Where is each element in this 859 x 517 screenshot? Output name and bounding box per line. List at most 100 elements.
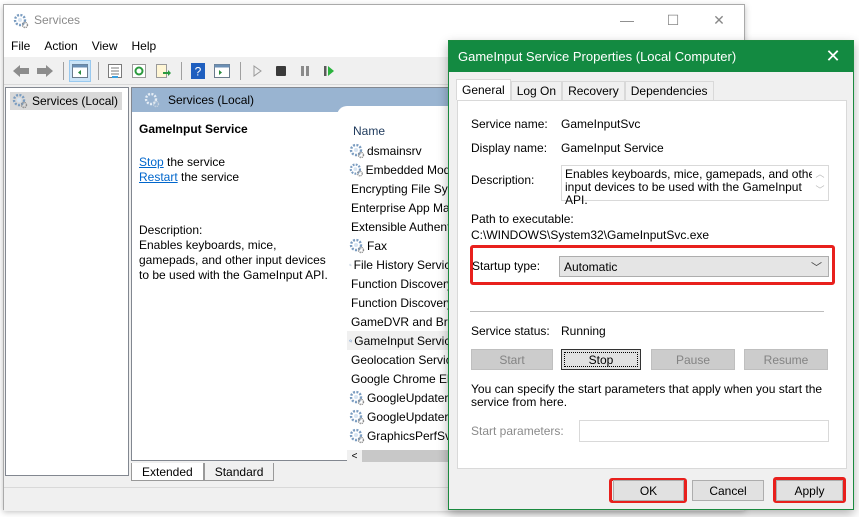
service-list-item[interactable]: dsmainsrv xyxy=(347,141,457,160)
tab-dependencies[interactable]: Dependencies xyxy=(624,81,714,100)
scroll-left-button[interactable]: < xyxy=(347,450,362,462)
services-gear-icon xyxy=(13,13,29,29)
service-list-item-label: Google Chrome Elevation xyxy=(351,371,457,386)
tab-standard[interactable]: Standard xyxy=(203,463,275,481)
section-divider xyxy=(470,311,824,312)
export-list-button[interactable] xyxy=(152,60,174,82)
service-list-item[interactable]: Fax xyxy=(347,236,457,255)
horizontal-scrollbar[interactable]: < xyxy=(347,450,452,462)
startup-type-value: Automatic xyxy=(564,259,618,274)
apply-button[interactable]: Apply xyxy=(776,480,843,501)
service-list-item-label: dsmainsrv xyxy=(367,143,422,158)
tab-extended[interactable]: Extended xyxy=(131,463,204,481)
start-params-label: Start parameters: xyxy=(471,424,564,438)
properties-button[interactable] xyxy=(104,60,126,82)
close-button[interactable]: ✕ xyxy=(696,5,742,35)
service-name-value: GameInputSvc xyxy=(561,117,641,131)
chevron-down-icon: ﹀ xyxy=(811,262,822,274)
description-textbox[interactable]: Enables keyboards, mice, gamepads, and o… xyxy=(561,165,829,207)
service-list-item[interactable]: File History Service xyxy=(347,255,457,274)
stop-button[interactable]: Stop xyxy=(561,349,641,370)
menu-help[interactable]: Help xyxy=(132,39,157,53)
start-button[interactable]: Start xyxy=(471,349,553,370)
console-tree-icon xyxy=(72,64,88,78)
back-button[interactable] xyxy=(10,60,32,82)
tree-item-services-local[interactable]: Services (Local) xyxy=(10,92,122,110)
service-list-item-label: GameInput Service xyxy=(354,333,457,348)
column-header-name[interactable]: Name xyxy=(347,120,457,141)
startup-type-select[interactable]: Automatic ﹀ xyxy=(559,256,829,277)
resume-button[interactable]: Resume xyxy=(744,349,828,370)
restart-service-button[interactable] xyxy=(318,60,340,82)
cancel-button[interactable]: Cancel xyxy=(692,480,764,501)
show-action-pane-button[interactable] xyxy=(211,60,233,82)
service-status-value: Running xyxy=(561,324,606,338)
maximize-button[interactable]: ☐ xyxy=(650,5,696,35)
console-tree: Services (Local) xyxy=(5,87,129,476)
menu-file[interactable]: File xyxy=(11,39,30,53)
service-list-item[interactable]: GraphicsPerfSvc xyxy=(347,426,457,445)
properties-dialog: GameInput Service Properties (Local Comp… xyxy=(448,40,854,510)
service-list-item[interactable]: Encrypting File System xyxy=(347,179,457,198)
service-list-item[interactable]: GoogleUpdater xyxy=(347,388,457,407)
menu-view[interactable]: View xyxy=(92,39,118,53)
start-params-hint: You can specify the start parameters tha… xyxy=(471,382,823,409)
forward-icon xyxy=(37,65,53,77)
stop-service-button[interactable] xyxy=(270,60,292,82)
scroll-up-icon[interactable]: ︿ xyxy=(812,166,828,182)
general-tab-panel: Service name: GameInputSvc Display name:… xyxy=(457,100,847,469)
service-list-item[interactable]: Extensible Authentication xyxy=(347,217,457,236)
pause-button[interactable]: Pause xyxy=(651,349,735,370)
dialog-title: GameInput Service Properties (Local Comp… xyxy=(458,49,737,64)
service-list-item-label: Fax xyxy=(367,238,388,253)
restart-icon xyxy=(324,66,334,76)
maximize-icon: ☐ xyxy=(666,11,680,28)
display-name-label: Display name: xyxy=(471,141,548,155)
service-list-item[interactable]: Function Discovery Resource xyxy=(347,293,457,312)
toolbar-separator xyxy=(181,62,182,80)
ok-button[interactable]: OK xyxy=(613,480,684,501)
service-detail-panel: GameInput Service Stop the service Resta… xyxy=(139,122,334,283)
menu-action[interactable]: Action xyxy=(44,39,77,53)
service-gear-icon xyxy=(349,238,365,253)
properties-icon xyxy=(108,64,122,78)
pause-service-button[interactable] xyxy=(294,60,316,82)
refresh-button[interactable] xyxy=(128,60,150,82)
scroll-down-icon[interactable]: ﹀ xyxy=(812,182,828,198)
minimize-button[interactable]: — xyxy=(604,5,650,35)
service-list-item-label: GoogleUpdater xyxy=(367,409,449,424)
service-list-item[interactable]: Embedded Mode xyxy=(347,160,457,179)
description-label: Description: xyxy=(139,223,203,237)
start-service-button[interactable] xyxy=(246,60,268,82)
service-list-item[interactable]: Enterprise App Management xyxy=(347,198,457,217)
service-gear-icon xyxy=(349,428,365,443)
service-list-item-label: GameDVR and Broadcast xyxy=(351,314,457,329)
service-list-item[interactable]: Function Discovery Provider xyxy=(347,274,457,293)
dialog-titlebar: GameInput Service Properties (Local Comp… xyxy=(449,41,853,72)
tab-log-on[interactable]: Log On xyxy=(510,81,563,100)
description-text: Enables keyboards, mice, gamepads, and o… xyxy=(139,238,328,282)
restart-service-link[interactable]: Restart xyxy=(139,170,178,184)
close-icon: ✕ xyxy=(713,11,725,28)
show-hide-console-tree-button[interactable] xyxy=(69,60,91,82)
services-titlebar: Services — ☐ ✕ xyxy=(4,5,744,35)
forward-button[interactable] xyxy=(34,60,56,82)
start-params-input[interactable] xyxy=(579,420,829,442)
service-list-item-label: Extensible Authentication xyxy=(351,219,457,234)
service-list-item[interactable]: GameInput Service xyxy=(347,331,457,350)
service-list-item[interactable]: Google Chrome Elevation xyxy=(347,369,457,388)
dialog-close-button[interactable]: ✕ xyxy=(813,41,853,72)
service-list-item-label: Embedded Mode xyxy=(365,162,457,177)
stop-service-link[interactable]: Stop xyxy=(139,155,164,169)
description-scrollbar[interactable]: ︿ ﹀ xyxy=(812,166,828,200)
service-list-item[interactable]: Geolocation Service xyxy=(347,350,457,369)
tab-general[interactable]: General xyxy=(456,79,511,100)
tree-item-label: Services (Local) xyxy=(32,94,119,108)
services-gear-icon xyxy=(144,92,160,108)
tab-recovery[interactable]: Recovery xyxy=(562,81,625,100)
restart-suffix: the service xyxy=(177,170,240,184)
service-list-item[interactable]: GoogleUpdater xyxy=(347,407,457,426)
help-button[interactable]: ? xyxy=(187,60,209,82)
service-list-item[interactable]: GameDVR and Broadcast xyxy=(347,312,457,331)
description-label: Description: xyxy=(471,173,535,187)
